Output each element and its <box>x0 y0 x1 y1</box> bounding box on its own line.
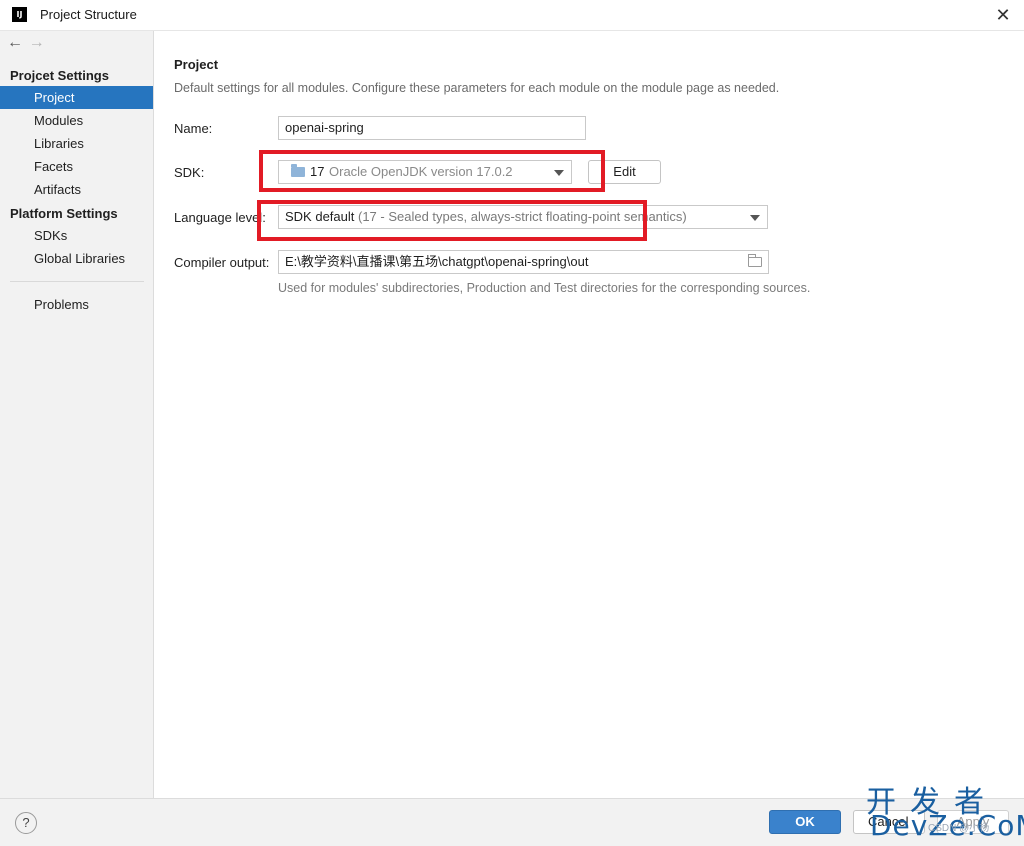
sidebar: ← → Projcet Settings Project Modules Lib… <box>0 31 154 798</box>
forward-arrow-icon[interactable]: → <box>28 34 46 52</box>
compiler-output-path: E:\教学资料\直播课\第五场\chatgpt\openai-spring\ou… <box>285 254 589 269</box>
compiler-output-label: Compiler output: <box>174 255 270 270</box>
back-arrow-icon[interactable]: ← <box>6 34 24 52</box>
sidebar-item-facets[interactable]: Facets <box>0 155 153 178</box>
compiler-output-hint: Used for modules' subdirectories, Produc… <box>278 281 811 295</box>
project-settings-header: Projcet Settings <box>10 68 109 83</box>
close-button[interactable]: ✕ <box>992 4 1014 26</box>
sdk-label: SDK: <box>174 165 205 180</box>
chevron-down-icon <box>750 215 760 221</box>
sidebar-item-modules[interactable]: Modules <box>0 109 153 132</box>
window-title: Project Structure <box>40 7 137 22</box>
sidebar-separator <box>10 281 144 282</box>
intellij-logo-icon: IJ <box>12 7 27 22</box>
help-icon[interactable]: ? <box>15 812 37 834</box>
sidebar-item-project[interactable]: Project <box>0 86 153 109</box>
name-label: Name: <box>174 121 213 136</box>
cancel-button[interactable]: Cancel <box>853 810 925 834</box>
project-name-field[interactable]: openai-spring <box>278 116 586 140</box>
sidebar-item-sdks[interactable]: SDKs <box>0 224 153 247</box>
page-title: Project <box>174 57 219 72</box>
platform-settings-header: Platform Settings <box>10 206 118 221</box>
compiler-output-field[interactable]: E:\教学资料\直播课\第五场\chatgpt\openai-spring\ou… <box>278 250 769 274</box>
sidebar-item-artifacts[interactable]: Artifacts <box>0 178 153 201</box>
dialog-footer: ? OK Cancel Apply <box>0 798 1024 846</box>
title-bar: IJ Project Structure ✕ <box>0 0 1024 31</box>
ok-button[interactable]: OK <box>769 810 841 834</box>
sidebar-item-global-libraries[interactable]: Global Libraries <box>0 247 153 270</box>
sidebar-item-problems[interactable]: Problems <box>0 293 153 316</box>
apply-button[interactable]: Apply <box>937 810 1009 834</box>
sidebar-item-libraries[interactable]: Libraries <box>0 132 153 155</box>
nav-arrows: ← → <box>6 34 46 56</box>
project-settings-panel: Project Default settings for all modules… <box>154 31 1024 798</box>
browse-folder-icon[interactable] <box>748 254 762 267</box>
language-level-label: Language level: <box>174 210 266 225</box>
language-level-highlight-box <box>257 200 647 241</box>
page-description: Default settings for all modules. Config… <box>174 81 780 95</box>
sdk-highlight-box <box>259 150 605 192</box>
